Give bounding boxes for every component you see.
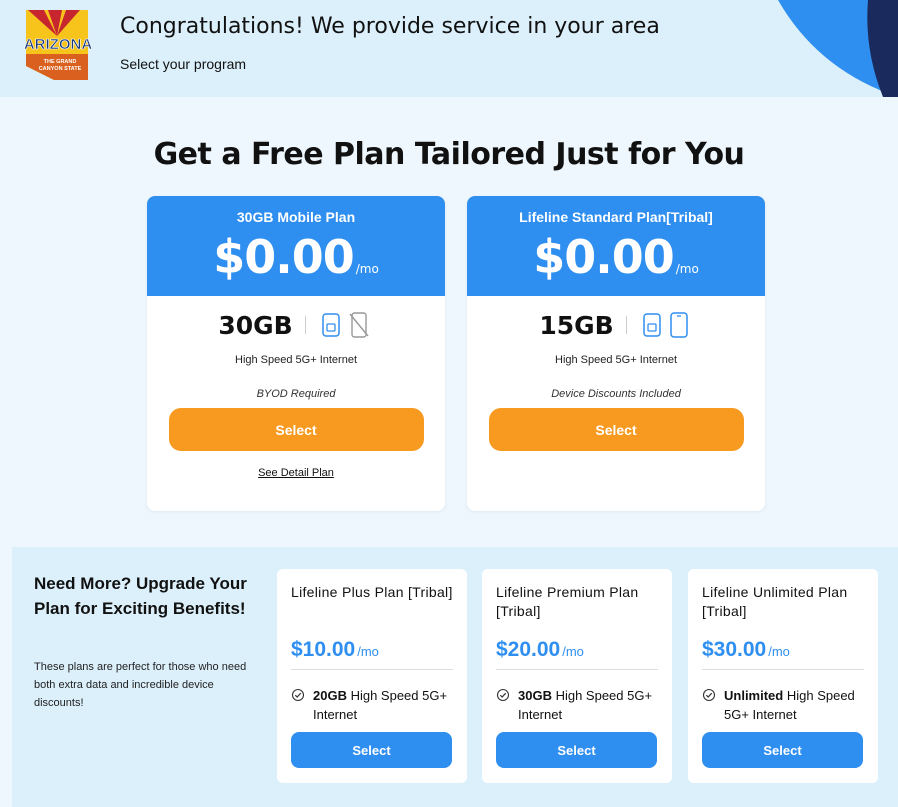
data-amount: 30GB xyxy=(218,310,293,340)
plan-price: $0.00/mo xyxy=(533,230,699,284)
plan-name: 30GB Mobile Plan xyxy=(236,209,356,225)
plan-note: BYOD Required xyxy=(256,388,336,400)
svg-text:THE GRAND: THE GRAND xyxy=(44,59,77,65)
divider xyxy=(625,316,627,334)
main-title: Get a Free Plan Tailored Just for You xyxy=(153,137,745,172)
check-badge-icon xyxy=(291,688,305,707)
plan-header: Lifeline Standard Plan[Tribal] $0.00/mo xyxy=(467,196,765,296)
plan-header: 30GB Mobile Plan $0.00/mo xyxy=(147,196,445,296)
select-button[interactable]: Select xyxy=(291,732,452,768)
upgrade-feature: 20GB High Speed 5G+ Internet xyxy=(291,686,463,724)
plan-card-30gb: 30GB Mobile Plan $0.00/mo 30GB High Spee… xyxy=(147,196,445,511)
sim-card-icon xyxy=(321,313,340,337)
select-button[interactable]: Select xyxy=(496,732,657,768)
upgrade-plan-name: Lifeline Unlimited Plan [Tribal] xyxy=(702,584,848,619)
plan-name: Lifeline Standard Plan[Tribal] xyxy=(519,209,713,225)
select-button[interactable]: Select xyxy=(702,732,863,768)
plan-note: Device Discounts Included xyxy=(551,388,681,400)
select-button[interactable]: Select xyxy=(168,408,424,451)
plan-card-lifeline-standard: Lifeline Standard Plan[Tribal] $0.00/mo … xyxy=(467,196,765,511)
upgrade-plan-name: Lifeline Premium Plan [Tribal] xyxy=(496,584,639,619)
header-title: Congratulations! We provide service in y… xyxy=(120,14,660,39)
header-subtitle: Select your program xyxy=(120,56,247,72)
divider xyxy=(304,316,306,334)
divider xyxy=(291,669,453,670)
svg-text:CANYON STATE: CANYON STATE xyxy=(39,66,82,72)
data-amount: 15GB xyxy=(539,310,614,340)
data-row: 15GB xyxy=(467,310,765,340)
upgrade-card-unlimited: Lifeline Unlimited Plan [Tribal] $30.00/… xyxy=(688,569,878,783)
speed-label: High Speed 5G+ Internet xyxy=(235,354,357,366)
divider xyxy=(496,669,658,670)
corner-decoration xyxy=(778,0,898,97)
upgrade-plan-price: $10.00/mo xyxy=(291,638,379,661)
upgrade-title: Need More? Upgrade Your Plan for Excitin… xyxy=(34,574,247,618)
upgrade-plan-price: $30.00/mo xyxy=(702,638,790,661)
page-header: ARIZONA THE GRAND CANYON STATE Congratul… xyxy=(0,0,898,97)
speed-label: High Speed 5G+ Internet xyxy=(555,354,677,366)
divider xyxy=(702,669,864,670)
no-phone-icon xyxy=(348,312,370,338)
upgrade-plan-name: Lifeline Plus Plan [Tribal] xyxy=(291,584,453,600)
svg-text:ARIZONA: ARIZONA xyxy=(24,36,92,53)
check-badge-icon xyxy=(496,688,510,707)
upgrade-feature: 30GB High Speed 5G+ Internet xyxy=(496,686,668,724)
arizona-logo: ARIZONA THE GRAND CANYON STATE xyxy=(24,10,93,80)
see-detail-plan-link[interactable]: See Detail Plan xyxy=(147,467,445,479)
data-row: 30GB xyxy=(147,310,445,340)
select-button[interactable]: Select xyxy=(488,408,744,451)
upgrade-section: Need More? Upgrade Your Plan for Excitin… xyxy=(12,547,898,807)
upgrade-plan-price: $20.00/mo xyxy=(496,638,584,661)
sim-card-icon xyxy=(642,313,661,337)
upgrade-feature: Unlimited High Speed 5G+ Internet xyxy=(702,686,874,724)
plan-price: $0.00/mo xyxy=(213,230,379,284)
phone-icon xyxy=(669,312,689,338)
upgrade-card-premium: Lifeline Premium Plan [Tribal] $20.00/mo… xyxy=(482,569,672,783)
upgrade-description: These plans are perfect for those who ne… xyxy=(34,661,247,709)
upgrade-card-plus: Lifeline Plus Plan [Tribal] $10.00/mo 20… xyxy=(277,569,467,783)
check-badge-icon xyxy=(702,688,716,707)
